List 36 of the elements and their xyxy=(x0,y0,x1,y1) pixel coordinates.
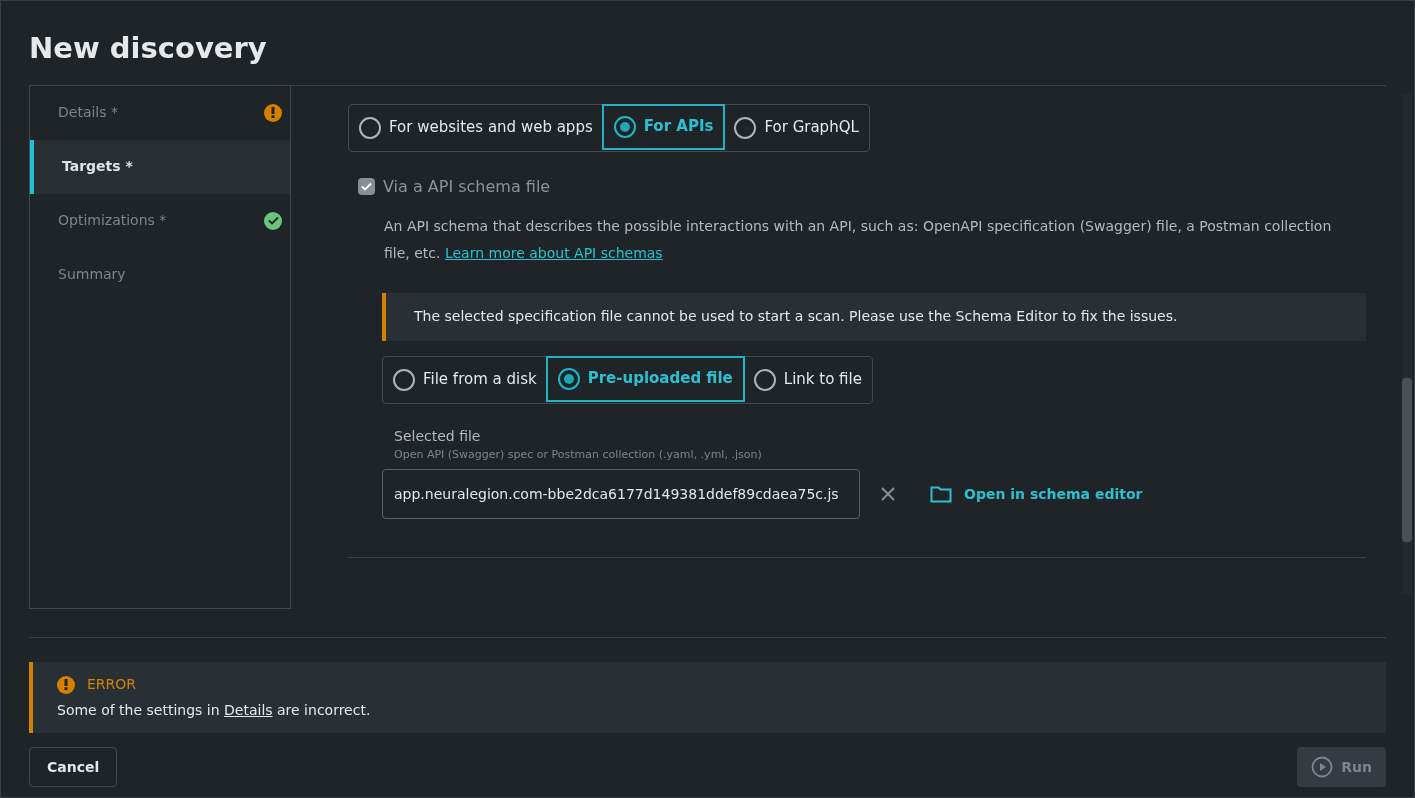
error-title: ERROR xyxy=(87,675,137,694)
warning-banner: The selected specification file cannot be used to start a scan. Please use the Schema Editor to fix the issues. xyxy=(382,292,1366,341)
radio-icon xyxy=(734,116,757,139)
cancel-button[interactable]: Cancel xyxy=(29,747,118,787)
window-title: New discovery xyxy=(28,30,268,67)
radio-option[interactable]: File from a disk xyxy=(383,356,547,403)
radio-option[interactable]: For websites and web apps xyxy=(349,104,603,151)
play-icon xyxy=(1311,756,1334,778)
radio-option[interactable]: Pre-uploaded file xyxy=(545,355,745,402)
error-message: Some of the settings in Details are incorrect. xyxy=(57,701,372,720)
sidebar-item[interactable]: Optimizations * xyxy=(30,193,290,248)
radio-icon xyxy=(359,116,381,139)
radio-icon xyxy=(753,368,776,391)
sidebar-item[interactable]: Details * xyxy=(30,85,290,140)
sidebar-item[interactable]: Summary xyxy=(30,247,290,302)
field-hint: Open API (Swagger) spec or Postman collection (.yaml, .yml, .json) xyxy=(394,446,762,463)
details-link[interactable]: Details xyxy=(224,702,273,718)
open-schema-editor-link[interactable]: Open in schema editor xyxy=(930,483,1143,505)
radio-option[interactable]: For GraphQL xyxy=(724,104,869,151)
close-icon[interactable] xyxy=(880,486,896,502)
radio-option[interactable]: Link to file xyxy=(743,356,872,403)
checkmark-icon xyxy=(361,182,372,191)
schema-description: An API schema that describes the possible interactions with an API, such as: OpenAPI specification (Swagger) file, a Postman collection file, etc. Learn more about API schemas xyxy=(384,216,1333,263)
warning-icon xyxy=(57,675,75,694)
radio-icon xyxy=(613,115,636,138)
radio-icon xyxy=(557,367,580,390)
radio-icon xyxy=(393,368,415,391)
learn-more-link[interactable]: Learn more about API schemas xyxy=(444,244,663,261)
checkbox[interactable] xyxy=(358,178,375,195)
sidebar-item[interactable]: Targets * xyxy=(30,139,290,194)
scrollbar[interactable] xyxy=(1402,93,1412,594)
radio-option[interactable]: For APIs xyxy=(601,103,726,150)
checkbox-label: Via a API schema file xyxy=(383,175,551,198)
field-label: Selected file xyxy=(394,426,481,446)
folder-icon xyxy=(930,485,952,503)
selected-file-field[interactable]: app.neuralegion.com-bbe2dca6177d149381ddef89cdaea75c.js xyxy=(382,469,860,519)
